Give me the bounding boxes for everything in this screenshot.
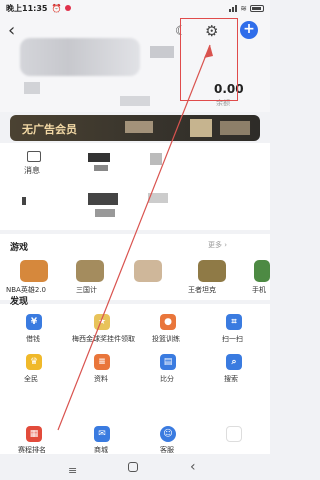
- blurred-text: [120, 96, 150, 106]
- blurred-text: [220, 121, 250, 135]
- support-icon[interactable]: ☺: [160, 426, 176, 442]
- game-icon-partial[interactable]: [254, 260, 270, 282]
- back-icon[interactable]: ‹: [8, 22, 15, 40]
- system-nav-bar: ≡ ‹: [0, 456, 270, 480]
- scan-icon[interactable]: ⌗: [226, 314, 242, 330]
- back-triangle-icon[interactable]: ‹: [190, 459, 196, 475]
- blurred-value: [95, 209, 115, 217]
- basketball-icon[interactable]: ●: [160, 314, 176, 330]
- score-icon[interactable]: ▤: [160, 354, 176, 370]
- quick-entry-card: 消息: [0, 143, 270, 230]
- app-icon[interactable]: [226, 426, 242, 442]
- blurred-value: [22, 197, 26, 205]
- status-bar: 晚上11:35 ⏰ ≋: [0, 0, 270, 16]
- feature-label[interactable]: 资料: [94, 374, 108, 384]
- document-icon[interactable]: ≡: [94, 354, 110, 370]
- plus-icon[interactable]: +: [240, 21, 258, 39]
- trophy-icon[interactable]: ♛: [26, 354, 42, 370]
- games-card: 游戏 更多 › NBA英雄2.0 三国计 王者坦克 手机: [0, 234, 270, 300]
- blurred-value: [94, 165, 108, 171]
- discover-card: 发现 ¥ 借钱 ★ 梅西金球奖挂件领取 ● 投篮训练 ⌗ 扫一扫 ♛ 全民 ≡ …: [0, 297, 270, 455]
- message-label[interactable]: 消息: [24, 165, 40, 176]
- alarm-icon: ⏰: [51, 3, 62, 13]
- profile-header: ‹ ☾ ⚙ + 0.00 余额: [0, 16, 270, 112]
- battery-icon: [250, 4, 264, 12]
- menu-icon[interactable]: ≡: [68, 464, 77, 477]
- feature-label[interactable]: 借钱: [26, 334, 40, 344]
- shop-icon[interactable]: ✉: [94, 426, 110, 442]
- games-title: 游戏: [10, 243, 29, 253]
- game-icon-sanguo[interactable]: [76, 260, 104, 282]
- blurred-text: [125, 121, 153, 133]
- feature-label[interactable]: 客服: [160, 445, 174, 455]
- game-icon-blurred[interactable]: [134, 260, 162, 282]
- vip-banner[interactable]: 无广告会员: [10, 115, 260, 141]
- gift-icon[interactable]: ★: [94, 314, 110, 330]
- blurred-value: [88, 153, 110, 162]
- search-icon[interactable]: ⌕: [226, 354, 242, 370]
- games-more-link[interactable]: 更多 ›: [208, 240, 227, 250]
- feature-label[interactable]: 扫一扫: [222, 334, 243, 344]
- status-time: 晚上11:35: [6, 3, 48, 13]
- game-label[interactable]: 三国计: [76, 285, 97, 295]
- feature-label[interactable]: 搜索: [224, 374, 238, 384]
- home-square-icon[interactable]: [128, 462, 138, 472]
- vip-banner-text: 无广告会员: [22, 123, 77, 136]
- wifi-icon: ≋: [240, 3, 247, 13]
- calendar-icon[interactable]: ▦: [26, 426, 42, 442]
- blurred-text: [24, 82, 40, 94]
- profile-info-blurred[interactable]: [20, 38, 140, 76]
- feature-label[interactable]: 投篮训练: [152, 334, 180, 344]
- notification-dot-icon: [65, 5, 72, 11]
- game-label[interactable]: 王者坦克: [188, 285, 216, 295]
- game-icon-tank[interactable]: [198, 260, 226, 282]
- blurred-value: [148, 193, 168, 203]
- blurred-value: [88, 193, 118, 205]
- signal-icon: [229, 4, 238, 12]
- status-indicators: ≋: [229, 4, 264, 13]
- blurred-text: [150, 46, 174, 58]
- money-icon[interactable]: ¥: [26, 314, 42, 330]
- feature-label[interactable]: 全民: [24, 374, 38, 384]
- feature-label[interactable]: 赛程排名: [18, 445, 46, 455]
- feature-label[interactable]: 比分: [160, 374, 174, 384]
- feature-label[interactable]: 商城: [94, 445, 108, 455]
- blurred-value: [150, 153, 162, 165]
- highlight-box: [180, 18, 238, 101]
- game-icon-nba[interactable]: [20, 260, 48, 282]
- vip-badge-icon: [190, 119, 212, 137]
- discover-title: 发现: [10, 297, 29, 307]
- game-label[interactable]: 手机: [252, 285, 266, 295]
- message-icon[interactable]: [27, 151, 41, 162]
- feature-label[interactable]: 梅西金球奖挂件领取: [72, 334, 135, 344]
